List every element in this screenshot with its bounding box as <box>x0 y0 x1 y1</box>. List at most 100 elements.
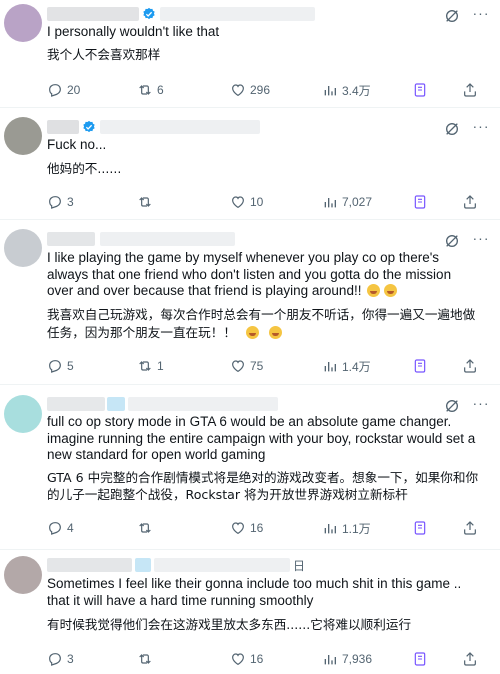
repost-count: 1 <box>157 359 164 373</box>
reply-button[interactable]: 20 <box>47 81 80 99</box>
views-button[interactable]: 7,027 <box>322 193 372 211</box>
reply-icon <box>49 360 61 373</box>
avatar[interactable] <box>4 4 42 42</box>
like-icon <box>232 522 244 535</box>
bookmark-icon <box>414 652 426 666</box>
bookmark-button[interactable] <box>412 650 428 668</box>
repost-button[interactable]: 6 <box>137 81 164 99</box>
bookmark-button[interactable] <box>412 193 428 211</box>
reply-post-5[interactable]: 日 Sometimes I feel like their gonna incl… <box>0 550 500 674</box>
repost-button[interactable]: 1 <box>137 357 164 375</box>
share-button[interactable] <box>462 81 478 99</box>
like-icon <box>232 196 244 209</box>
grok-icon[interactable] <box>444 8 460 24</box>
share-icon <box>464 195 476 209</box>
reply-post-4[interactable]: ··· full co op story mode in GTA 6 would… <box>0 385 500 550</box>
repost-icon <box>139 85 151 95</box>
repost-button[interactable] <box>137 519 157 537</box>
view-count: 7,936 <box>342 652 373 666</box>
blurred-author-name[interactable] <box>47 120 79 134</box>
more-icon[interactable]: ··· <box>472 396 490 414</box>
grok-icon[interactable] <box>444 121 460 137</box>
post-text-translation-line-1: 我喜欢自己玩游戏，每次合作时总会有一个朋友不听话，你得一遍又一遍地做 <box>47 307 476 322</box>
share-button[interactable] <box>462 650 478 668</box>
post-text-translation: GTA 6 中完整的合作剧情模式将是绝对的游戏改变者。想象一下，如果你和你的儿子… <box>47 470 479 502</box>
blurred-handle-extra <box>154 558 290 572</box>
reply-count: 5 <box>67 359 74 373</box>
repost-button[interactable] <box>137 650 157 668</box>
reply-icon <box>49 84 61 97</box>
avatar[interactable] <box>4 229 42 267</box>
reply-post-3[interactable]: ··· I like playing the game by myself wh… <box>0 220 500 385</box>
bookmark-icon <box>414 83 426 97</box>
like-button[interactable]: 16 <box>230 519 263 537</box>
like-button[interactable]: 296 <box>230 81 270 99</box>
bookmark-button[interactable] <box>412 519 428 537</box>
action-bar: 3 16 7,936 <box>47 650 487 668</box>
views-button[interactable]: 3.4万 <box>322 81 371 99</box>
blurred-author-name[interactable] <box>47 558 132 572</box>
grok-icon[interactable] <box>444 233 460 249</box>
reply-count: 20 <box>67 83 81 97</box>
reply-feed: ··· I personally wouldn't like that 我个人不… <box>0 0 500 674</box>
action-bar: 4 16 1.1万 <box>47 519 487 537</box>
avatar[interactable] <box>4 556 42 594</box>
views-button[interactable]: 1.4万 <box>322 357 371 375</box>
blurred-author-name[interactable] <box>47 397 105 411</box>
more-icon[interactable]: ··· <box>472 6 490 24</box>
more-icon[interactable]: ··· <box>472 231 490 249</box>
reply-icon <box>49 653 61 666</box>
repost-button[interactable] <box>137 193 157 211</box>
views-icon <box>324 86 336 96</box>
share-button[interactable] <box>462 357 478 375</box>
reply-icon <box>49 196 61 209</box>
reply-icon <box>49 522 61 535</box>
like-icon <box>232 653 244 666</box>
bookmark-button[interactable] <box>412 81 428 99</box>
blurred-handle <box>100 120 260 134</box>
action-bar: 5 1 75 1.4万 <box>47 357 487 375</box>
avatar[interactable] <box>4 117 42 155</box>
repost-icon <box>139 523 151 533</box>
repost-icon <box>139 654 151 664</box>
like-count: 16 <box>250 521 264 535</box>
reply-button[interactable]: 3 <box>47 650 74 668</box>
repost-count: 6 <box>157 83 164 97</box>
grok-icon[interactable] <box>444 398 460 414</box>
author-name-fragment: 日 <box>293 559 306 573</box>
bookmark-button[interactable] <box>412 357 428 375</box>
reply-button[interactable]: 5 <box>47 357 74 375</box>
share-button[interactable] <box>462 519 478 537</box>
reply-count: 3 <box>67 195 74 209</box>
reply-button[interactable]: 4 <box>47 519 74 537</box>
more-icon[interactable]: ··· <box>472 119 490 137</box>
post-text-translation: 我个人不会喜欢那样 <box>47 47 161 62</box>
post-text-translation-body: 任务，因为那个朋友一直在玩！！ <box>47 325 236 340</box>
like-button[interactable]: 75 <box>230 357 263 375</box>
reply-post-2[interactable]: ··· Fuck no... 他妈的不...... 3 10 7,027 <box>0 108 500 220</box>
pleading-face-emoji <box>245 326 259 339</box>
bookmark-icon <box>414 195 426 209</box>
share-icon <box>464 83 476 97</box>
share-button[interactable] <box>462 193 478 211</box>
like-count: 75 <box>250 359 264 373</box>
views-button[interactable]: 1.1万 <box>322 519 371 537</box>
blurred-handle-extra <box>128 397 278 411</box>
reply-post-1[interactable]: ··· I personally wouldn't like that 我个人不… <box>0 0 500 108</box>
reply-button[interactable]: 3 <box>47 193 74 211</box>
view-count: 3.4万 <box>342 83 371 98</box>
blurred-handle <box>160 7 315 21</box>
like-button[interactable]: 10 <box>230 193 263 211</box>
like-button[interactable]: 16 <box>230 650 263 668</box>
blurred-author-name[interactable] <box>47 232 95 246</box>
avatar[interactable] <box>4 395 42 433</box>
reply-count: 3 <box>67 652 74 666</box>
blurred-handle <box>100 232 235 246</box>
blurred-author-name[interactable] <box>47 7 139 21</box>
action-bar: 3 10 7,027 <box>47 193 487 211</box>
bookmark-icon <box>414 521 426 535</box>
view-count: 7,027 <box>342 195 373 209</box>
post-text-translation: 他妈的不...... <box>47 161 122 176</box>
views-button[interactable]: 7,936 <box>322 650 372 668</box>
post-text-english: I like playing the game by myself whenev… <box>47 250 479 300</box>
